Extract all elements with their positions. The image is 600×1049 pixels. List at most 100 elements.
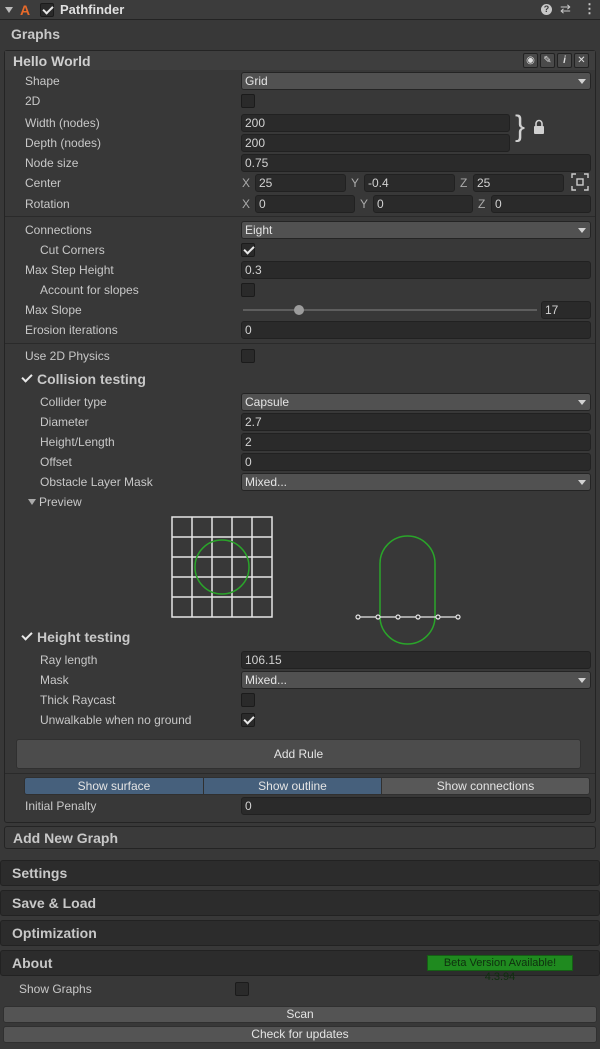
capsule-side-preview <box>355 535 461 645</box>
shape-dropdown[interactable]: Grid <box>241 72 591 90</box>
max-step-height-label: Max Step Height <box>25 263 114 277</box>
preview-foldout-label[interactable]: Preview <box>39 494 82 510</box>
info-icon[interactable]: i <box>557 53 572 68</box>
collision-testing-title: Collision testing <box>37 371 146 387</box>
inspector-header: A Pathfinder ? ⇄ ⋮ <box>0 0 600 20</box>
lock-icon[interactable] <box>533 119 545 135</box>
foldout-arrow-icon[interactable] <box>5 7 13 13</box>
visibility-eye-icon[interactable]: ◉ <box>523 53 538 68</box>
center-x-input[interactable]: 25 <box>255 174 346 192</box>
save-load-section-header[interactable]: Save & Load <box>0 890 600 916</box>
help-icon[interactable]: ? <box>541 4 552 15</box>
brace-icon: } <box>515 110 526 143</box>
shape-label: Shape <box>25 74 60 88</box>
divider <box>5 773 595 774</box>
max-slope-slider-thumb[interactable] <box>293 305 304 315</box>
unwalkable-checkbox[interactable] <box>241 713 255 727</box>
scan-button[interactable]: Scan <box>3 1006 597 1023</box>
center-z-label: Z <box>460 176 468 190</box>
use-2d-physics-label: Use 2D Physics <box>25 349 110 363</box>
shape-value: Grid <box>245 74 268 88</box>
node-size-input[interactable]: 0.75 <box>241 154 591 172</box>
connections-value: Eight <box>245 223 273 237</box>
erosion-input[interactable]: 0 <box>241 321 591 339</box>
width-input[interactable]: 200 <box>241 114 510 132</box>
erosion-label: Erosion iterations <box>25 323 118 337</box>
chevron-down-icon <box>578 79 586 84</box>
chevron-down-icon <box>578 400 586 405</box>
optimization-section-header[interactable]: Optimization <box>0 920 600 946</box>
check-updates-button[interactable]: Check for updates <box>3 1026 597 1043</box>
close-icon[interactable]: ✕ <box>574 53 589 68</box>
initial-penalty-input[interactable]: 0 <box>241 797 591 815</box>
chevron-down-icon <box>578 480 586 485</box>
height-length-input[interactable]: 2 <box>241 433 591 451</box>
cut-corners-checkbox[interactable] <box>241 243 255 257</box>
show-graphs-label: Show Graphs <box>19 982 92 996</box>
height-length-label: Height/Length <box>40 435 115 449</box>
thick-raycast-checkbox[interactable] <box>241 693 255 707</box>
max-step-height-input[interactable]: 0.3 <box>241 261 591 279</box>
height-testing-title: Height testing <box>37 629 131 645</box>
graph-panel-header <box>5 51 595 70</box>
beta-version-badge[interactable]: Beta Version Available! 4.3.94 <box>427 955 573 983</box>
mask-value: Mixed... <box>245 673 288 687</box>
show-graphs-checkbox[interactable] <box>235 982 249 996</box>
rotation-y-input[interactable]: 0 <box>373 195 473 213</box>
show-surface-toggle[interactable]: Show surface <box>24 777 204 795</box>
show-outline-toggle[interactable]: Show outline <box>203 777 382 795</box>
rotation-label: Rotation <box>25 197 70 211</box>
obstacle-layer-mask-dropdown[interactable]: Mixed... <box>241 473 591 491</box>
max-slope-label: Max Slope <box>25 303 82 317</box>
obstacle-layer-mask-label: Obstacle Layer Mask <box>40 475 153 489</box>
max-slope-slider-track[interactable] <box>243 309 537 311</box>
obstacle-layer-mask-value: Mixed... <box>245 475 288 489</box>
diameter-input[interactable]: 2.7 <box>241 413 591 431</box>
connections-dropdown[interactable]: Eight <box>241 221 591 239</box>
add-new-graph-label: Add New Graph <box>13 830 119 846</box>
rotation-y-label: Y <box>360 197 369 211</box>
component-title: Pathfinder <box>60 2 125 17</box>
width-label: Width (nodes) <box>25 116 100 130</box>
account-slopes-checkbox[interactable] <box>241 283 255 297</box>
diameter-label: Diameter <box>40 415 89 429</box>
snap-center-icon[interactable] <box>571 173 589 191</box>
depth-label: Depth (nodes) <box>25 136 102 150</box>
edit-pencil-icon[interactable]: ✎ <box>540 53 555 68</box>
connections-label: Connections <box>25 223 92 237</box>
center-y-label: Y <box>351 176 360 190</box>
ray-length-input[interactable]: 106.15 <box>241 651 591 669</box>
two-d-label: 2D <box>25 94 41 108</box>
offset-input[interactable]: 0 <box>241 453 591 471</box>
center-z-input[interactable]: 25 <box>473 174 564 192</box>
about-section-label: About <box>12 955 53 971</box>
divider <box>5 343 595 344</box>
collision-testing-checkbox[interactable] <box>19 371 33 385</box>
show-connections-toggle[interactable]: Show connections <box>381 777 590 795</box>
depth-input[interactable]: 200 <box>241 134 510 152</box>
account-slopes-label: Account for slopes <box>40 283 139 297</box>
preset-icon[interactable]: ⇄ <box>560 1 571 17</box>
divider <box>5 216 595 217</box>
height-testing-checkbox[interactable] <box>19 629 33 643</box>
max-slope-input[interactable]: 17 <box>541 301 591 319</box>
center-y-input[interactable]: -0.4 <box>364 174 455 192</box>
rotation-z-input[interactable]: 0 <box>491 195 591 213</box>
preview-foldout-arrow-icon[interactable] <box>28 499 36 505</box>
graph-name[interactable]: Hello World <box>13 53 91 69</box>
initial-penalty-label: Initial Penalty <box>25 799 97 813</box>
two-d-checkbox[interactable] <box>241 94 255 108</box>
save-load-section-label: Save & Load <box>12 895 97 911</box>
rotation-x-label: X <box>242 197 251 211</box>
rotation-x-input[interactable]: 0 <box>255 195 355 213</box>
thick-raycast-label: Thick Raycast <box>40 693 116 707</box>
component-enabled-checkbox[interactable] <box>40 3 54 17</box>
node-size-label: Node size <box>25 156 79 170</box>
use-2d-physics-checkbox[interactable] <box>241 349 255 363</box>
more-options-icon[interactable]: ⋮ <box>583 1 596 17</box>
settings-section-header[interactable]: Settings <box>0 860 600 886</box>
collider-type-dropdown[interactable]: Capsule <box>241 393 591 411</box>
unwalkable-label: Unwalkable when no ground <box>40 713 192 727</box>
add-rule-button[interactable]: Add Rule <box>16 739 581 769</box>
mask-dropdown[interactable]: Mixed... <box>241 671 591 689</box>
